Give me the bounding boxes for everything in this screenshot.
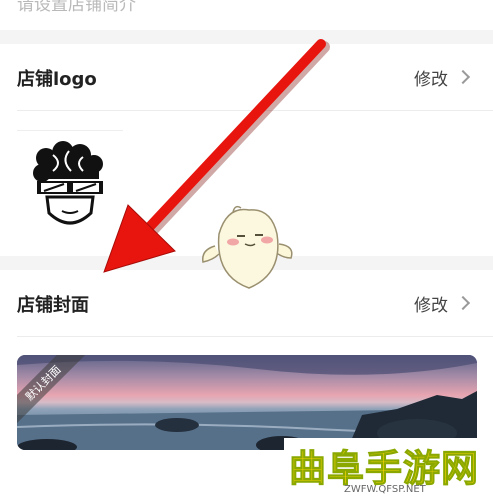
chevron-right-icon [455, 295, 471, 311]
brain-glasses-logo-icon [33, 141, 103, 225]
store-cover-image[interactable]: 默认封面 [17, 355, 477, 450]
cover-title: 店铺封面 [17, 295, 89, 316]
edit-cover-label: 修改 [414, 295, 448, 316]
divider [17, 336, 493, 337]
chevron-right-icon [455, 69, 471, 85]
seascape-image [17, 355, 477, 450]
logo-row[interactable]: 店铺logo 修改 [0, 44, 493, 110]
store-intro-row[interactable]: 请设置店铺简介 [0, 0, 493, 30]
store-settings-page: 请设置店铺简介 店铺logo 修改 店铺封面 修改 默认封面 曲阜手游网 ZWF… [0, 0, 493, 496]
divider [17, 110, 493, 111]
edit-logo-label: 修改 [414, 69, 448, 90]
logo-title: 店铺logo [17, 69, 97, 90]
store-logo-image[interactable] [17, 130, 123, 238]
watermark-url: ZWFW.QFSP.NET [344, 484, 426, 495]
edit-cover-button[interactable]: 修改 [414, 290, 471, 316]
mascot-sticker-icon [202, 205, 293, 289]
edit-logo-button[interactable]: 修改 [414, 64, 471, 90]
store-intro-placeholder: 请设置店铺简介 [17, 0, 136, 15]
site-watermark: 曲阜手游网 ZWFW.QFSP.NET [284, 438, 493, 496]
